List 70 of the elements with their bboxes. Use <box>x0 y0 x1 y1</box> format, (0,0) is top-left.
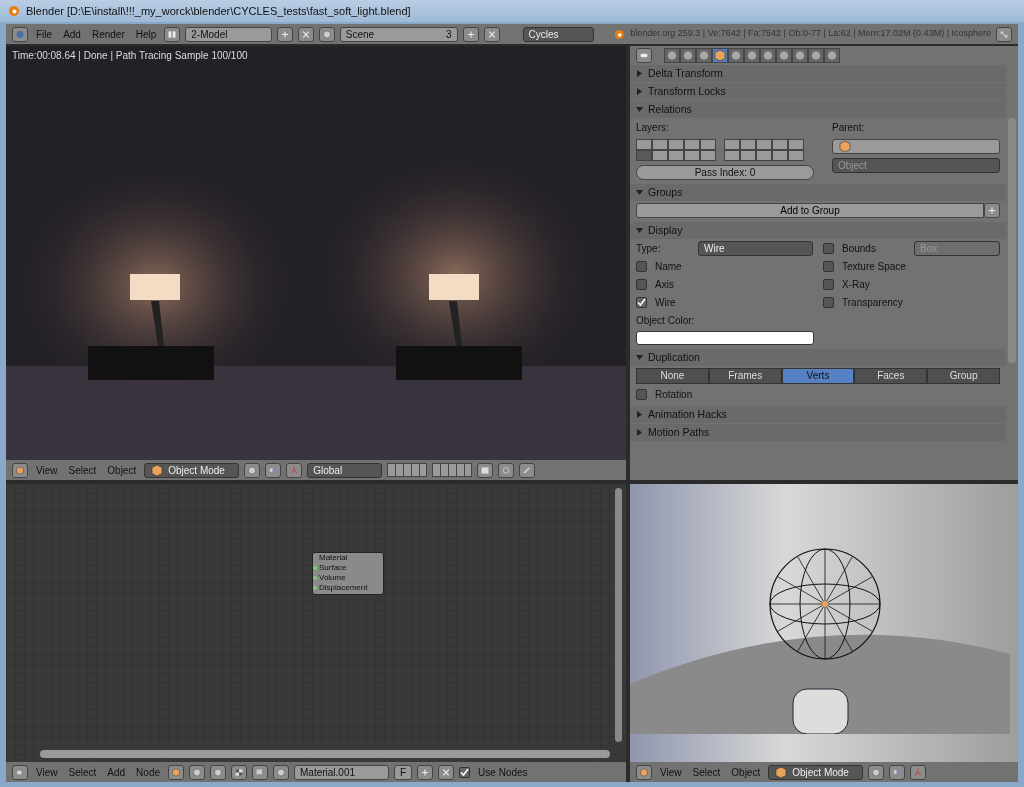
node-title: Material <box>319 553 349 563</box>
duplication-option[interactable]: Group <box>927 368 1000 384</box>
checkbox-label: Wire <box>655 296 676 310</box>
panel-title: Duplication <box>648 349 700 365</box>
duplication-option[interactable]: None <box>636 368 709 384</box>
pass-index-field[interactable]: Pass Index: 0 <box>636 165 814 180</box>
duplication-option[interactable]: Frames <box>708 368 782 384</box>
menu-item[interactable]: Add <box>60 26 84 42</box>
panel-header[interactable]: Animation Hacks <box>630 406 1006 423</box>
checkbox-label: Texture Space <box>842 260 906 274</box>
panel-title: Groups <box>648 184 683 200</box>
checkbox-label: Bounds <box>842 242 876 256</box>
panel-title: Animation Hacks <box>648 406 727 422</box>
screen-layout-field[interactable]: 2-Model <box>185 26 272 42</box>
checkbox-label: X-Ray <box>842 278 870 292</box>
menu-item[interactable]: Render <box>88 26 128 42</box>
panel-header[interactable]: Motion Paths <box>630 424 1006 441</box>
panel-title: Relations <box>648 101 692 117</box>
menu-item[interactable]: View <box>33 462 61 478</box>
field-label: Type: <box>636 242 662 256</box>
panel-title: Display <box>648 222 683 238</box>
mode-dropdown[interactable]: Object Mode <box>144 462 240 478</box>
window-title: Blender [D:\E\install\!!!_my_worck\blender\CYCLES_tests\fast_soft_light.blend] <box>26 3 411 19</box>
menu-item[interactable]: View <box>657 764 685 780</box>
menu-item[interactable]: Add <box>104 764 129 780</box>
panel-header[interactable]: Delta Transform <box>630 65 1006 82</box>
material-name-field[interactable]: Material.001 <box>294 764 389 780</box>
duplication-option[interactable]: Verts <box>781 368 855 384</box>
menu-item[interactable]: Select <box>689 764 724 780</box>
menu-item[interactable]: Node <box>133 764 163 780</box>
menu-item[interactable]: Object <box>728 764 764 780</box>
fake-user-toggle[interactable]: F <box>394 764 413 780</box>
panel-header[interactable]: Transform Locks <box>630 83 1006 100</box>
panel-title: Transform Locks <box>648 83 726 99</box>
menu-item[interactable]: Select <box>65 764 100 780</box>
orientation-dropdown[interactable]: Global <box>307 462 383 478</box>
panel-title: Delta Transform <box>648 65 723 81</box>
checkbox-label: Rotation <box>655 388 693 402</box>
render-engine-dropdown[interactable]: Cycles <box>522 26 594 42</box>
mode-label: Object Mode <box>792 765 849 780</box>
menu-item[interactable]: View <box>33 764 61 780</box>
menu-item[interactable]: Object <box>104 462 140 478</box>
menu-item[interactable]: Help <box>132 26 160 42</box>
display-type-dropdown[interactable]: Wire <box>698 241 813 256</box>
parent-type-field[interactable]: Object <box>832 158 1000 173</box>
checkbox-label: Transparency <box>842 296 903 310</box>
menu-item[interactable]: File <box>33 26 56 42</box>
checkbox-label: Name <box>655 260 682 274</box>
socket-label: Surface <box>319 563 347 573</box>
panel-header[interactable]: Groups <box>630 184 1006 201</box>
field-label: Object Color: <box>636 314 696 328</box>
add-to-group-button[interactable]: Add to Group <box>636 203 984 218</box>
socket-label: Volume <box>319 573 346 583</box>
scene-field[interactable]: Scene 3 <box>339 26 458 42</box>
panel-header[interactable]: Duplication <box>630 349 1006 366</box>
scene-name: Scene <box>345 27 375 42</box>
field-label: Layers: <box>636 121 670 135</box>
socket-label: Displacement <box>319 583 368 593</box>
menu-item[interactable]: Select <box>65 462 100 478</box>
panel-header[interactable]: Relations <box>630 101 1006 118</box>
field-label: Parent: <box>832 121 866 135</box>
panel-title: Motion Paths <box>648 424 710 440</box>
mode-dropdown[interactable]: Object Mode <box>768 764 864 780</box>
duplication-option[interactable]: Faces <box>854 368 928 384</box>
panel-header[interactable]: Display <box>630 222 1006 239</box>
checkbox-label: Axis <box>655 278 674 292</box>
user-count: 3 <box>445 27 452 42</box>
mode-label: Object Mode <box>168 463 225 478</box>
render-status: Time:00:08.64 | Done | Path Tracing Sample 100/100 <box>12 49 248 63</box>
checkbox-label: Use Nodes <box>478 765 528 780</box>
